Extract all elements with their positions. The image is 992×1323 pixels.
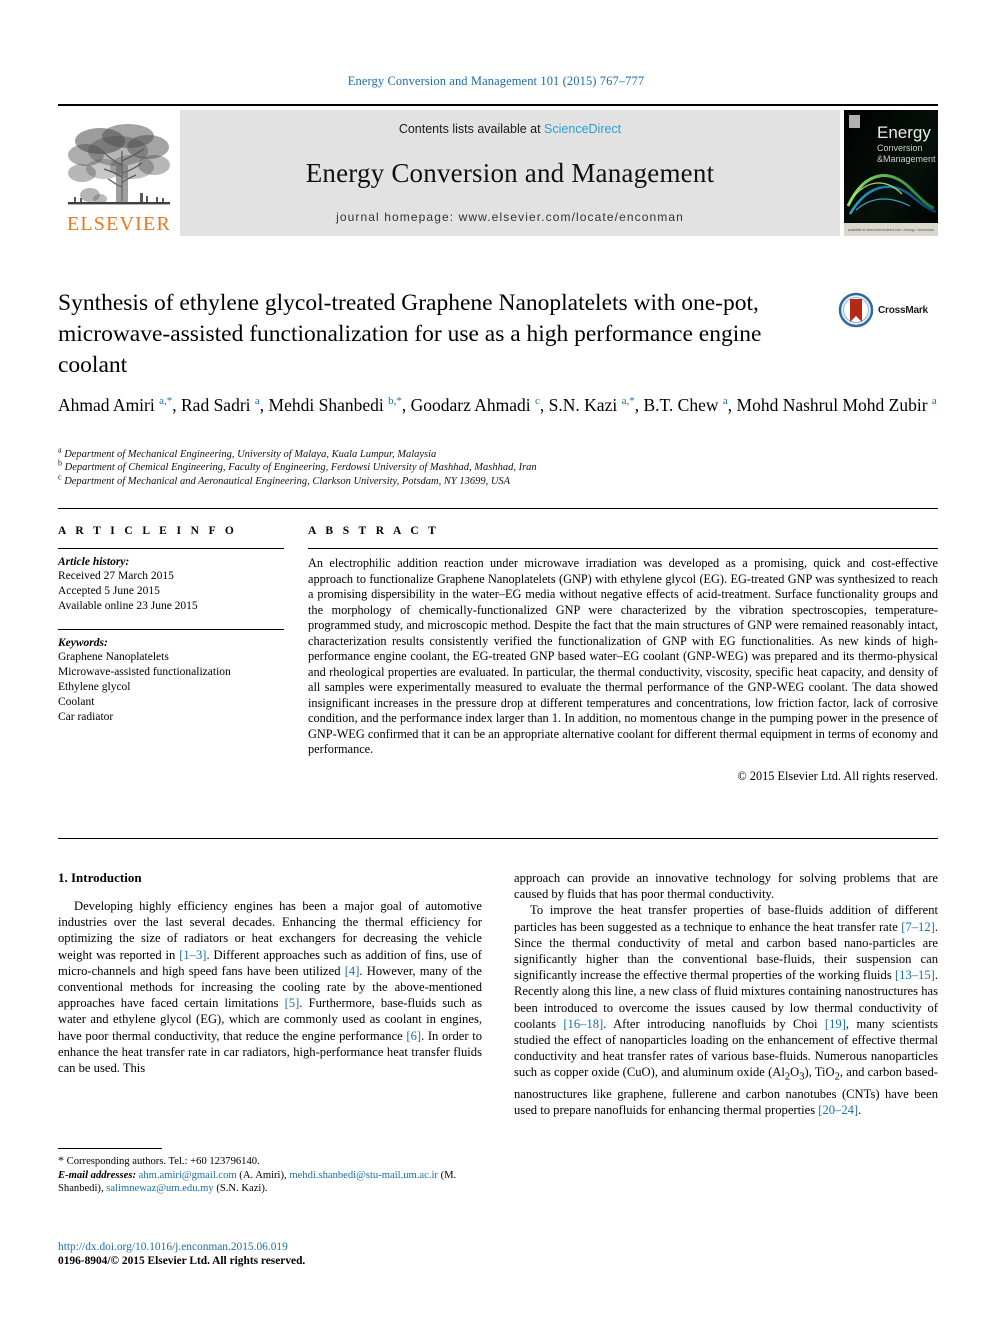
- keyword-item: Car radiator: [58, 711, 114, 724]
- body-columns: 1. Introduction Developing highly effici…: [58, 870, 938, 1119]
- article-history-item: Available online 23 June 2015: [58, 600, 198, 613]
- svg-text:available at www.sciencedirect: available at www.sciencedirect.com • ene…: [848, 228, 934, 232]
- elsevier-wordmark: ELSEVIER: [66, 213, 172, 235]
- keywords-label: Keywords:: [58, 636, 108, 649]
- page-title: Synthesis of ethylene glycol-treated Gra…: [58, 290, 762, 378]
- article-history-item: Received 27 March 2015: [58, 570, 174, 582]
- contents-prefix: Contents lists available at: [398, 122, 545, 136]
- affiliation-mark: a: [58, 445, 62, 455]
- svg-text:Conversion: Conversion: [877, 143, 923, 153]
- article-info-column: A R T I C L E I N F O Article history: R…: [58, 525, 308, 784]
- doi-link[interactable]: http://dx.doi.org/10.1016/j.enconman.201…: [58, 1240, 482, 1254]
- paragraph: To improve the heat transfer properties …: [514, 903, 938, 1118]
- abstract-text: An electrophilic addition reaction under…: [308, 556, 938, 756]
- journal-masthead: ELSEVIER Contents lists available at Sci…: [58, 104, 938, 236]
- svg-text:Energy: Energy: [877, 123, 931, 142]
- cover-artwork: Energy Conversion &Management available …: [844, 110, 938, 236]
- journal-title: Energy Conversion and Management: [305, 157, 715, 188]
- article-page: Energy Conversion and Management 101 (20…: [0, 0, 992, 1323]
- paragraph: approach can provide an innovative techn…: [514, 871, 938, 902]
- footnote-rule: [58, 1148, 162, 1149]
- running-head: Energy Conversion and Management 101 (20…: [347, 74, 645, 88]
- crossmark-icon: [838, 292, 874, 328]
- corresponding-author-note: * Corresponding authors. Tel.: +60 12379…: [58, 1153, 260, 1167]
- crossmark-badge[interactable]: CrossMark: [838, 290, 942, 330]
- journal-cover-thumbnail: Energy Conversion &Management available …: [844, 110, 938, 236]
- elsevier-tree-icon: [68, 124, 170, 205]
- contents-available-line: Contents lists available at ScienceDirec…: [399, 122, 621, 136]
- journal-homepage-line[interactable]: journal homepage: www.elsevier.com/locat…: [336, 210, 684, 224]
- body-column-left: 1. Introduction Developing highly effici…: [58, 870, 482, 1119]
- keyword-item: Microwave-assisted functionalization: [58, 665, 231, 678]
- email-addresses-note: E-mail addresses: ahm.amiri@gmail.com (A…: [58, 1169, 457, 1195]
- affiliation-text: Department of Mechanical Engineering, Un…: [64, 449, 437, 460]
- keyword-item: Ethylene glycol: [58, 681, 131, 694]
- abstract-copyright: © 2015 Elsevier Ltd. All rights reserved…: [737, 768, 938, 783]
- body-column-right: approach can provide an innovative techn…: [514, 870, 938, 1119]
- journal-band: Contents lists available at ScienceDirec…: [180, 110, 840, 236]
- sciencedirect-link[interactable]: ScienceDirect: [544, 122, 621, 136]
- elsevier-logo: ELSEVIER: [58, 110, 180, 236]
- keywords-rule: [58, 628, 284, 630]
- author-list: Ahmad Amiri a,*, Rad Sadri a, Mehdi Shan…: [58, 395, 937, 415]
- affiliation-text: Department of Mechanical and Aeronautica…: [64, 475, 511, 487]
- affiliation-text: Department of Chemical Engineering, Facu…: [64, 462, 537, 474]
- crossmark-label: CrossMark: [878, 304, 928, 316]
- section-divider-rule: [58, 838, 938, 839]
- affiliation-item: b Department of Chemical Engineering, Fa…: [58, 458, 938, 474]
- article-info-heading: A R T I C L E I N F O: [58, 525, 238, 537]
- abstract-column: A B S T R A C T An electrophilic additio…: [308, 525, 938, 784]
- article-history-item: Accepted 5 June 2015: [58, 585, 160, 598]
- article-history-label: Article history:: [58, 556, 130, 568]
- svg-text:&Management: &Management: [877, 154, 936, 164]
- article-info-rule: [58, 548, 284, 549]
- keyword-item: Graphene Nanoplatelets: [58, 650, 169, 663]
- keyword-item: Coolant: [58, 696, 95, 709]
- affiliation-item: a Department of Mechanical Engineering, …: [58, 445, 938, 461]
- abstract-rule: [308, 548, 938, 549]
- abstract-heading: A B S T R A C T: [308, 525, 440, 537]
- affiliation-mark: c: [58, 472, 62, 482]
- affiliation-item: c Department of Mechanical and Aeronauti…: [58, 472, 938, 488]
- affiliation-list: a Department of Mechanical Engineering, …: [58, 445, 938, 488]
- footnote-block: * Corresponding authors. Tel.: +60 12379…: [58, 1148, 482, 1196]
- paragraph: Developing highly efficiency engines has…: [58, 899, 483, 1076]
- section-heading-introduction: 1. Introduction: [58, 870, 142, 885]
- doi-block: http://dx.doi.org/10.1016/j.enconman.201…: [58, 1240, 482, 1268]
- title-block: Synthesis of ethylene glycol-treated Gra…: [58, 288, 828, 381]
- info-abstract-region: A R T I C L E I N F O Article history: R…: [58, 508, 938, 784]
- affiliation-mark: b: [58, 458, 62, 468]
- issn-copyright: 0196-8904/© 2015 Elsevier Ltd. All right…: [58, 1255, 306, 1267]
